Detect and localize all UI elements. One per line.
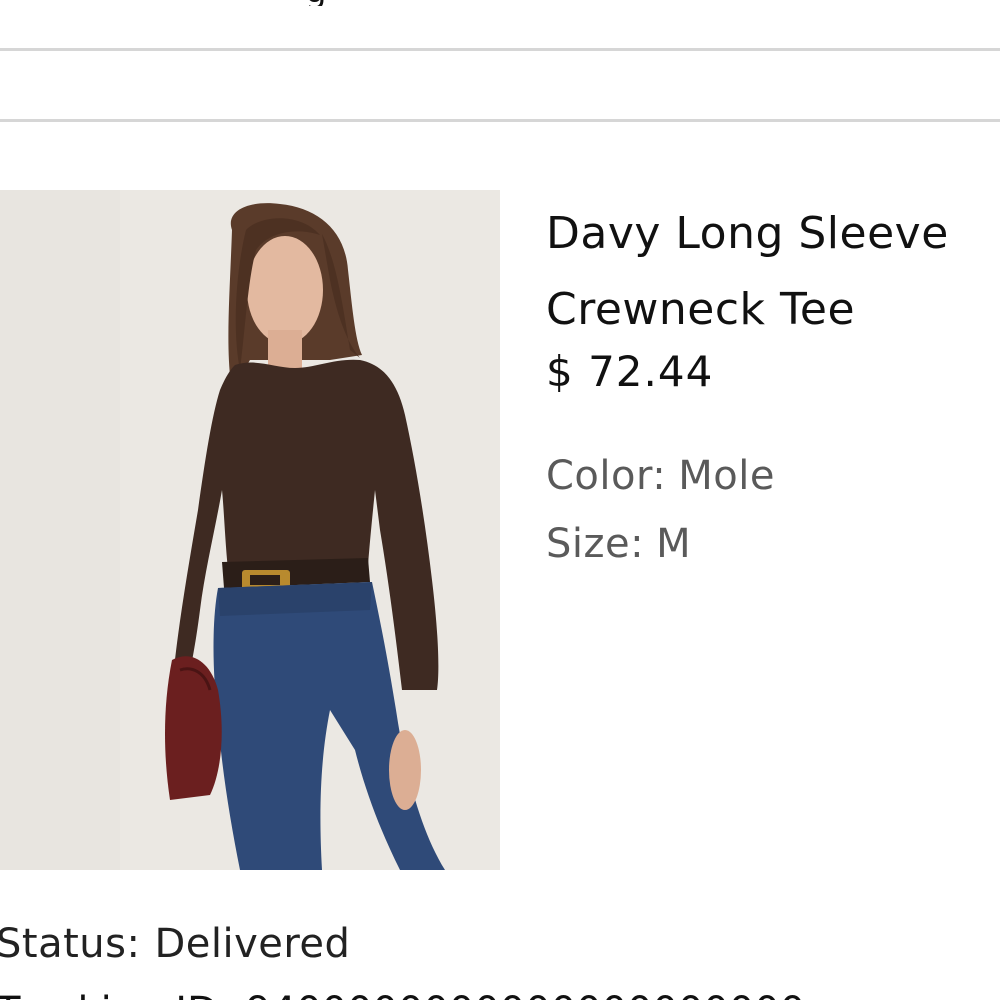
product-image[interactable]	[0, 190, 500, 870]
color-value: Mole	[678, 453, 775, 499]
divider-top	[0, 48, 1000, 51]
product-title-line2: Crewneck Tee	[546, 284, 856, 335]
product-color: Color: Mole	[546, 450, 775, 502]
divider-second	[0, 119, 1000, 122]
size-value: M	[656, 521, 692, 567]
model-illustration	[0, 190, 500, 870]
tracking-id: Tracking ID: 9400000000000000000000	[0, 986, 805, 1000]
status-value: Delivered	[154, 921, 351, 967]
product-title[interactable]: Davy Long Sleeve Crewneck Tee	[546, 196, 986, 348]
tracking-label: Tracking ID:	[0, 989, 231, 1000]
product-price: $ 72.44	[546, 347, 714, 396]
status-label: Status:	[0, 921, 141, 967]
order-detail-page: g	[0, 0, 1000, 1000]
tracking-value[interactable]: 9400000000000000000000	[245, 989, 805, 1000]
color-label: Color:	[546, 453, 667, 499]
order-status: Status: Delivered	[0, 918, 350, 970]
size-label: Size:	[546, 521, 645, 567]
product-title-line1: Davy Long Sleeve	[546, 208, 949, 259]
header-cut-text: g	[0, 0, 1000, 6]
product-size: Size: M	[546, 518, 691, 570]
